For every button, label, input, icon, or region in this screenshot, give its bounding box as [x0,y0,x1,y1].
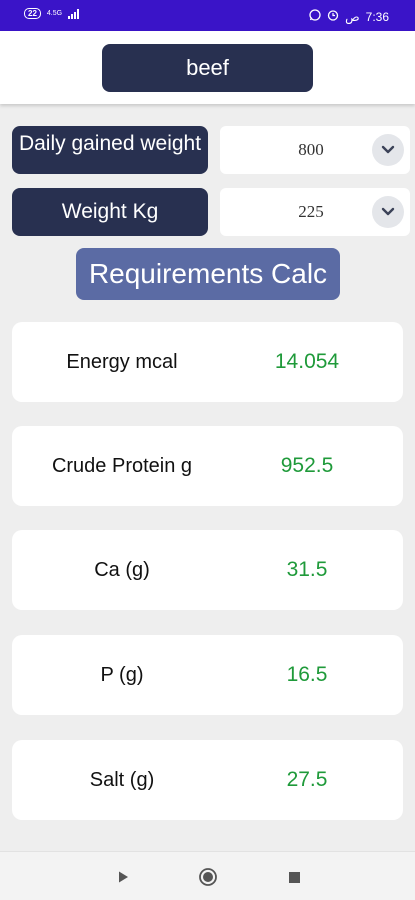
daily-gained-weight-select[interactable]: 800 [220,126,410,174]
battery-icon: 22 [24,8,41,19]
result-label: Energy mcal [66,350,178,373]
status-right: ص 7:36 [309,9,389,24]
play-triangle-icon[interactable] [110,864,136,890]
status-left: 22 4.5G [24,8,80,19]
clock: 7:36 [365,9,389,24]
result-card-phosphorus: P (g) 16.5 [12,635,403,715]
alarm-icon [327,9,339,24]
result-label: Crude Protein g [51,454,193,477]
status-bar: 22 4.5G ص 7:36 [0,0,415,31]
network-type: 4.5G [46,10,63,17]
signal-icon [68,8,80,19]
weight-kg-select[interactable]: 225 [220,188,410,236]
result-label: Ca (g) [94,558,150,581]
result-value: 27.5 [286,768,328,791]
result-value: 31.5 [286,558,328,581]
weight-kg-label: Weight Kg [12,188,208,236]
result-card-calcium: Ca (g) 31.5 [12,530,403,610]
chevron-down-icon[interactable] [372,196,404,228]
navigation-bar [0,851,415,900]
requirements-calc-button[interactable]: Requirements Calc [76,248,340,300]
result-value: 14.054 [274,350,340,373]
result-card-salt: Salt (g) 27.5 [12,740,403,820]
result-label: Salt (g) [89,768,155,791]
result-value: 952.5 [280,454,334,477]
header: beef [0,31,415,104]
whatsapp-icon [309,9,321,24]
ampm-label: ص [345,9,360,24]
daily-gained-weight-label: Daily gained weight [12,126,208,174]
animal-type-button[interactable]: beef [102,44,313,92]
circle-home-icon[interactable] [195,864,221,890]
result-card-crude-protein: Crude Protein g 952.5 [12,426,403,506]
result-card-energy: Energy mcal 14.054 [12,322,403,402]
result-label: P (g) [100,663,144,686]
square-recents-icon[interactable] [281,864,307,890]
result-value: 16.5 [286,663,328,686]
chevron-down-icon[interactable] [372,134,404,166]
